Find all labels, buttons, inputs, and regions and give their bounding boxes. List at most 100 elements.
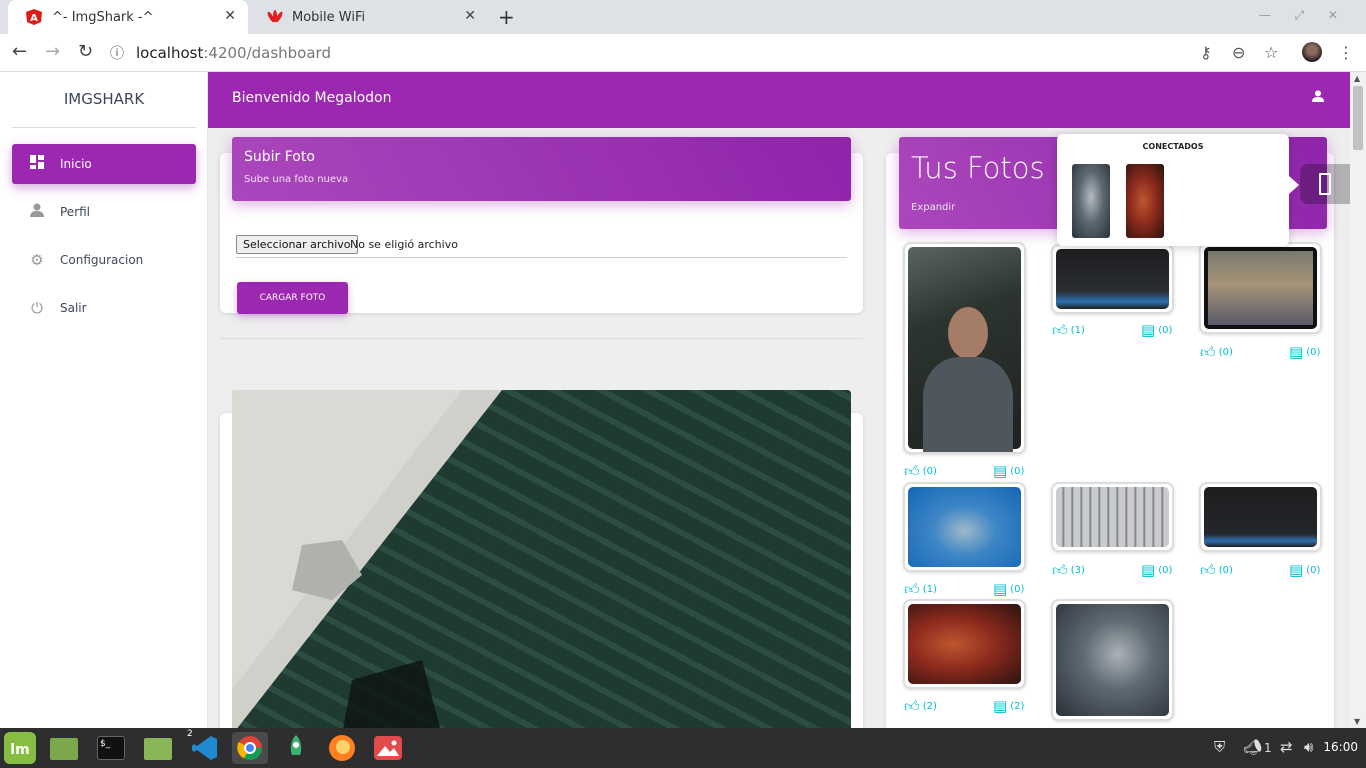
thumbs-up-icon: 👍︎	[904, 580, 920, 598]
forward-icon[interactable]: →	[45, 41, 60, 62]
clock[interactable]: 16:00	[1323, 740, 1358, 754]
os-taskbar: lm $_ 2 ⛨ 📣︎ 1 ⇄ 🔊︎ 16:00	[0, 728, 1366, 768]
like-count[interactable]: 👍︎ (0)	[904, 462, 937, 481]
scroll-down-arrow[interactable]: ▼	[1354, 717, 1360, 726]
profile-avatar[interactable]	[1302, 42, 1322, 62]
menu-icon[interactable]: ⋮	[1338, 43, 1354, 62]
dashboard-icon	[28, 155, 46, 173]
chrome-icon[interactable]	[232, 732, 268, 764]
file-manager-icon[interactable]	[48, 732, 80, 764]
close-tab-icon[interactable]: ✕	[464, 8, 476, 24]
reload-icon[interactable]: ↻	[78, 41, 93, 62]
divider	[12, 127, 196, 128]
window-count-badge: 2	[187, 729, 193, 739]
person-icon	[28, 203, 46, 221]
upload-subtitle: Sube una foto nueva	[244, 174, 349, 185]
scrollbar-thumb[interactable]	[1353, 86, 1363, 150]
sidebar-item-perfil[interactable]: Perfil	[12, 192, 196, 232]
folder-icon[interactable]	[142, 732, 174, 764]
brand-logo[interactable]: IMGSHARK	[12, 90, 196, 108]
scroll-up-arrow[interactable]: ▲	[1354, 74, 1360, 83]
window-controls[interactable]: — ⤢ ✕	[1259, 8, 1348, 23]
back-icon[interactable]: ←	[12, 41, 27, 62]
gallery-photo[interactable]	[903, 599, 1026, 689]
comment-count[interactable]: ▤ (0)	[1141, 561, 1172, 579]
upload-photo-button[interactable]: CARGAR FOTO	[237, 282, 348, 314]
user-account-icon[interactable]	[1312, 90, 1324, 106]
comment-count[interactable]: ▤ (0)	[993, 580, 1024, 598]
input-underline	[236, 257, 847, 258]
shield-icon[interactable]: ⛨	[1214, 738, 1225, 756]
sidebar: IMGSHARK Inicio Perfil ⚙ Configuracion ⏻…	[0, 72, 208, 728]
upload-card-header: Subir Foto Sube una foto nueva	[232, 137, 851, 201]
tab-title: Mobile WiFi	[292, 9, 366, 25]
online-panel-toggle[interactable]	[1300, 164, 1350, 204]
thumbs-up-icon: 👍︎	[1052, 321, 1068, 339]
comment-count[interactable]: ▤ (2)	[993, 697, 1024, 715]
gallery-photo[interactable]	[1199, 242, 1322, 334]
gallery-photo[interactable]	[1051, 482, 1174, 552]
terminal-icon[interactable]: $_	[95, 732, 127, 764]
feed-photo[interactable]	[232, 390, 851, 728]
notification-icon[interactable]: 📣︎	[1243, 738, 1262, 756]
choose-file-button[interactable]: Seleccionar archivo	[236, 235, 358, 254]
sidebar-item-configuracion[interactable]: ⚙ Configuracion	[12, 240, 196, 280]
comment-count[interactable]: ▤ (0)	[993, 462, 1024, 480]
like-count[interactable]: 👍︎ (3)	[1052, 561, 1085, 580]
comment-count[interactable]: ▤ (0)	[1289, 343, 1320, 361]
close-tab-icon[interactable]: ✕	[224, 8, 236, 24]
like-count[interactable]: 👍︎ (0)	[1200, 343, 1233, 362]
key-icon[interactable]: ⚷	[1200, 43, 1212, 62]
browser-tab-mobile-wifi[interactable]: Mobile WiFi ✕	[248, 0, 488, 34]
online-user-avatar[interactable]	[1126, 164, 1164, 238]
online-users-popover: CONECTADOS	[1057, 134, 1289, 246]
comment-icon: ▤	[1289, 343, 1304, 361]
firefox-icon[interactable]	[326, 732, 358, 764]
gallery-photo[interactable]	[903, 242, 1026, 454]
photo-image	[908, 604, 1021, 684]
online-user-avatar[interactable]	[1072, 164, 1110, 238]
svg-text:lm: lm	[10, 742, 29, 758]
rocket-app-icon[interactable]	[280, 732, 312, 764]
thumbs-up-icon: 👍︎	[904, 697, 920, 715]
new-tab-button[interactable]: +	[498, 5, 515, 29]
comment-icon: ▤	[993, 580, 1008, 598]
thumbs-up-icon: 👍︎	[904, 462, 920, 480]
like-count[interactable]: 👍︎ (0)	[1200, 561, 1233, 580]
network-icon[interactable]: ⇄	[1280, 738, 1293, 756]
photo-image	[908, 247, 1021, 452]
zoom-icon[interactable]: ⊖	[1232, 43, 1245, 62]
gallery-photo[interactable]	[1199, 482, 1322, 552]
page-scrollbar[interactable]: ▲ ▼	[1350, 72, 1366, 728]
thumbs-up-icon: 👍︎	[1052, 561, 1068, 579]
expand-link[interactable]: Expandir	[911, 202, 955, 213]
like-count[interactable]: 👍︎ (2)	[904, 697, 937, 716]
volume-icon[interactable]: 🔊︎	[1304, 738, 1313, 756]
comment-count[interactable]: ▤ (0)	[1141, 321, 1172, 339]
gallery-title: Tus Fotos	[911, 151, 1045, 185]
image-viewer-icon[interactable]	[372, 732, 404, 764]
browser-tab-bar: A ^- ImgShark -^ ✕ Mobile WiFi ✕ + — ⤢ ✕	[0, 0, 1366, 34]
sidebar-item-inicio[interactable]: Inicio	[12, 144, 196, 184]
svg-text:A: A	[30, 13, 38, 24]
address-bar[interactable]: ⓘ localhost:4200/dashboard	[110, 39, 1190, 67]
sidebar-item-salir[interactable]: ⏻ Salir	[12, 288, 196, 328]
photo-image	[908, 487, 1021, 567]
url-host: localhost	[136, 44, 204, 62]
notification-count: 1	[1264, 741, 1272, 755]
comment-count[interactable]: ▤ (0)	[1289, 561, 1320, 579]
gallery-photo[interactable]	[903, 482, 1026, 572]
huawei-icon	[266, 9, 283, 25]
like-count[interactable]: 👍︎ (1)	[1052, 321, 1085, 340]
like-count[interactable]: 👍︎ (1)	[904, 580, 937, 599]
info-icon[interactable]: ⓘ	[110, 43, 124, 63]
vscode-icon[interactable]: 2	[187, 729, 221, 764]
gallery-photo[interactable]	[1051, 599, 1174, 721]
photo-image	[1204, 487, 1317, 547]
star-icon[interactable]: ☆	[1264, 43, 1278, 62]
browser-tab-imgshark[interactable]: A ^- ImgShark -^ ✕	[8, 0, 248, 34]
online-users-title: CONECTADOS	[1142, 142, 1204, 151]
comment-icon: ▤	[993, 462, 1008, 480]
gallery-photo[interactable]	[1051, 244, 1174, 314]
mint-menu-icon[interactable]: lm	[4, 732, 36, 764]
